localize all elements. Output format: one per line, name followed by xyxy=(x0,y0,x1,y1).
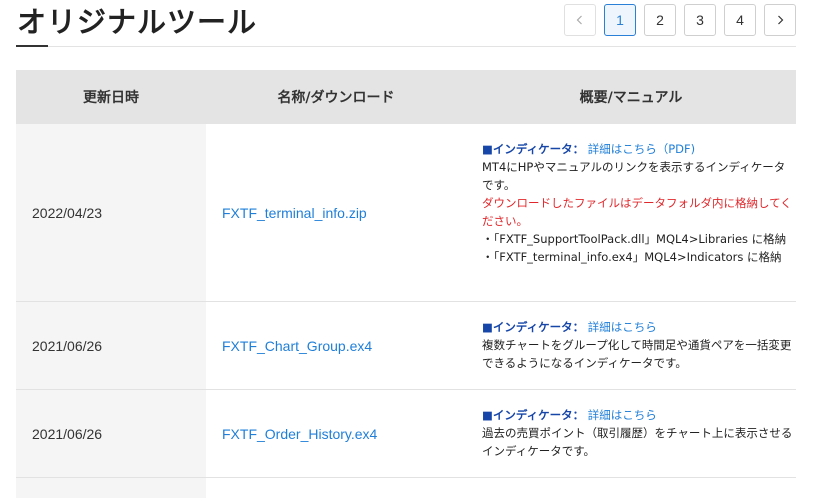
title-accent-bar xyxy=(16,45,48,47)
table-row: 2021/06/26 FXTF_Order_History.ex4 ■インディケ… xyxy=(16,390,796,478)
manual-link[interactable]: 詳細はこちら xyxy=(588,408,657,422)
description-text: 過去の売買ポイント（取引履歴）をチャート上に表示させるインディケータです。 xyxy=(482,426,793,458)
row-file-cell: FXTF_terminal_info.zip xyxy=(206,124,466,301)
download-link[interactable]: FXTF_Order_History.ex4 xyxy=(222,426,377,442)
page-button-1[interactable]: 1 xyxy=(604,4,636,36)
type-label: インディケータ： xyxy=(492,320,585,334)
type-label: インディケータ： xyxy=(492,142,585,156)
square-bullet: ■ xyxy=(482,320,493,334)
manual-link[interactable]: 詳細はこちら xyxy=(588,320,657,334)
row-date: 2022/04/23 xyxy=(16,124,206,301)
table-row: 2022/04/23 FXTF_terminal_info.zip ■インディケ… xyxy=(16,124,796,302)
page: オリジナルツール 1 2 3 4 更新日時 名称/ダウンロード 概要/マニュアル… xyxy=(0,0,820,498)
chevron-right-icon xyxy=(778,15,784,25)
row-description: ■インディケータ： 詳細はこちら（PDF) MT4にHPやマニュアルのリンクを表… xyxy=(466,124,796,301)
manual-link[interactable]: 詳細はこちら（PDF) xyxy=(588,142,695,156)
table-row xyxy=(16,478,796,498)
tools-table: 更新日時 名称/ダウンロード 概要/マニュアル 2022/04/23 FXTF_… xyxy=(16,70,796,498)
square-bullet: ■ xyxy=(482,142,493,156)
next-page-button[interactable] xyxy=(764,4,796,36)
download-link[interactable]: FXTF_Chart_Group.ex4 xyxy=(222,338,372,354)
row-file-cell xyxy=(206,478,466,498)
description-text: MT4にHPやマニュアルのリンクを表示するインディケータです。 xyxy=(482,160,786,192)
page-button-4[interactable]: 4 xyxy=(724,4,756,36)
chevron-left-icon xyxy=(576,15,582,25)
row-date: 2021/06/26 xyxy=(16,302,206,389)
prev-page-button[interactable] xyxy=(564,4,596,36)
square-bullet: ■ xyxy=(482,408,493,422)
column-header-name: 名称/ダウンロード xyxy=(277,90,395,106)
column-header-summary: 概要/マニュアル xyxy=(579,90,683,106)
page-title: オリジナルツール xyxy=(17,5,258,39)
row-description: ■インディケータ： 詳細はこちら 過去の売買ポイント（取引履歴）をチャート上に表… xyxy=(466,390,796,477)
row-file-cell: FXTF_Chart_Group.ex4 xyxy=(206,302,466,389)
row-description xyxy=(466,478,796,498)
row-date xyxy=(16,478,206,498)
pagination: 1 2 3 4 xyxy=(564,4,796,36)
note-text: ・「FXTF_SupportToolPack.dll」MQL4>Librarie… xyxy=(482,232,787,246)
table-row: 2021/06/26 FXTF_Chart_Group.ex4 ■インディケータ… xyxy=(16,302,796,390)
note-text: ・「FXTF_terminal_info.ex4」MQL4>Indicators… xyxy=(482,250,782,264)
table-header: 更新日時 名称/ダウンロード 概要/マニュアル xyxy=(16,70,796,124)
warning-text: ダウンロードしたファイルはデータフォルダ内に格納してください。 xyxy=(482,196,792,228)
description-text: 複数チャートをグループ化して時間足や通貨ペアを一括変更できるようになるインディケ… xyxy=(482,338,792,370)
type-label: インディケータ： xyxy=(492,408,585,422)
page-button-2[interactable]: 2 xyxy=(644,4,676,36)
title-divider xyxy=(16,46,796,47)
row-date: 2021/06/26 xyxy=(16,390,206,477)
download-link[interactable]: FXTF_terminal_info.zip xyxy=(222,205,367,221)
row-description: ■インディケータ： 詳細はこちら 複数チャートをグループ化して時間足や通貨ペアを… xyxy=(466,302,796,389)
page-button-3[interactable]: 3 xyxy=(684,4,716,36)
row-file-cell: FXTF_Order_History.ex4 xyxy=(206,390,466,477)
column-header-date: 更新日時 xyxy=(83,90,139,106)
